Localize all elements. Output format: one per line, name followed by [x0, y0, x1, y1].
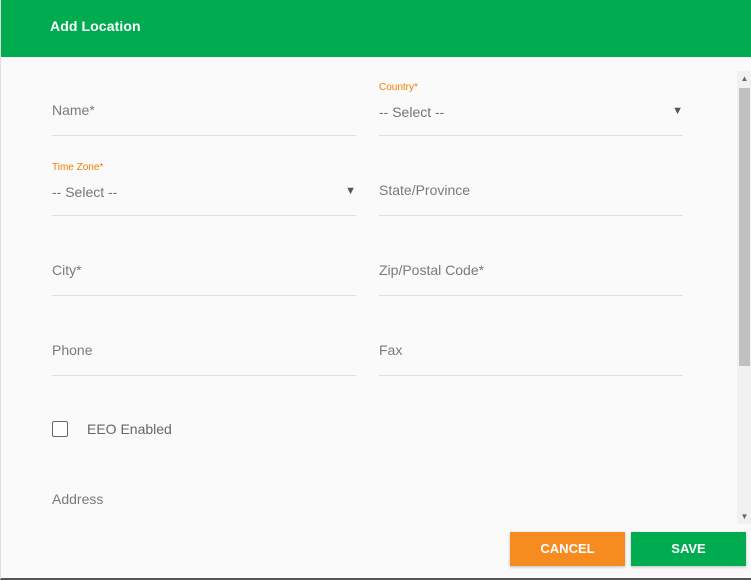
time-zone-label: Time Zone* [52, 162, 104, 173]
scroll-up-icon[interactable]: ▲ [737, 71, 751, 86]
dialog-title: Add Location [50, 18, 141, 34]
cancel-button[interactable]: CANCEL [510, 532, 625, 566]
state-placeholder: State/Province [379, 182, 471, 198]
phone-placeholder: Phone [52, 342, 93, 358]
name-placeholder: Name* [52, 102, 95, 118]
fax-placeholder: Fax [379, 342, 403, 358]
save-button[interactable]: SAVE [631, 532, 746, 566]
chevron-down-icon: ▼ [672, 105, 683, 117]
zip-placeholder: Zip/Postal Code* [379, 262, 485, 278]
state-field[interactable]: State/Province [379, 160, 683, 216]
vertical-scrollbar[interactable]: ▲ ▼ [737, 71, 751, 524]
country-select[interactable]: Country* -- Select -- ▼ [379, 80, 683, 136]
eeo-enabled-checkbox[interactable] [52, 421, 68, 437]
eeo-enabled-label: EEO Enabled [87, 421, 172, 437]
phone-field[interactable]: Phone [52, 320, 356, 376]
chevron-down-icon: ▼ [345, 185, 356, 197]
address-field[interactable]: Address [52, 491, 103, 507]
country-value: -- Select -- [379, 104, 445, 120]
add-location-dialog: Add Location Name* Country* -- Select --… [0, 0, 751, 580]
scroll-down-icon[interactable]: ▼ [737, 509, 751, 524]
dialog-body: Name* Country* -- Select -- ▼ Time Zone*… [1, 57, 737, 523]
time-zone-value: -- Select -- [52, 184, 118, 200]
name-field[interactable]: Name* [52, 80, 356, 136]
dialog-header: Add Location [1, 0, 751, 57]
country-label: Country* [379, 82, 418, 93]
fax-field[interactable]: Fax [379, 320, 683, 376]
city-field[interactable]: City* [52, 240, 356, 296]
time-zone-select[interactable]: Time Zone* -- Select -- ▼ [52, 160, 356, 216]
scroll-thumb[interactable] [739, 88, 750, 366]
zip-field[interactable]: Zip/Postal Code* [379, 240, 683, 296]
city-placeholder: City* [52, 262, 82, 278]
